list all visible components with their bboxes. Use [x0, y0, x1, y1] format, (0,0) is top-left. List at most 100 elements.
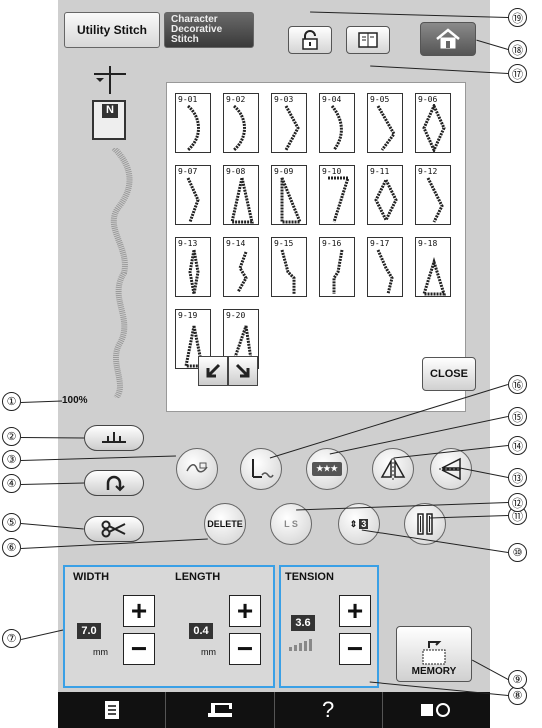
stitch-pattern-icon [232, 104, 246, 152]
tension-label: TENSION [285, 571, 334, 583]
memory-button[interactable]: MEMORY [396, 626, 472, 682]
width-plus-button[interactable]: + [123, 595, 155, 627]
callout-number: ⑱ [508, 40, 527, 59]
camera-view-button[interactable] [383, 692, 490, 728]
stitch-number: 9-14 [226, 239, 246, 248]
close-button[interactable]: CLOSE [422, 357, 476, 391]
pattern-repeat-button[interactable]: ★★★ [306, 448, 348, 490]
memory-label: MEMORY [411, 666, 457, 677]
callout-number: ⑲ [508, 8, 527, 27]
manual-button[interactable] [346, 26, 390, 54]
thread-cutter-button[interactable] [84, 516, 144, 542]
callout-number: ③ [2, 450, 21, 469]
stitch-number: 9-15 [274, 239, 294, 248]
stitch-number: 9-13 [178, 239, 198, 248]
ls-label: L S [284, 519, 298, 529]
lock-icon [302, 30, 318, 50]
callout-number: ⑯ [508, 375, 527, 394]
stitch-preview-area: N [64, 60, 160, 415]
stitch-number: 9-08 [226, 167, 246, 176]
stitch-pattern-icon [332, 249, 344, 294]
needle-icon [94, 66, 126, 94]
close-label: CLOSE [430, 368, 468, 380]
pattern-repeat-icon: ★★★ [312, 462, 342, 476]
callout-number: ① [2, 392, 21, 411]
stitch-cell[interactable]: 9-16 [319, 237, 355, 297]
horizontal-mirror-icon [439, 457, 463, 481]
width-value: 7.0 [77, 623, 101, 639]
tab-utility-label: Utility Stitch [76, 23, 147, 37]
width-minus-button[interactable]: − [123, 633, 155, 665]
width-unit: mm [93, 647, 108, 657]
doc-icon [104, 701, 119, 719]
width-length-group: WIDTH LENGTH + − 7.0 mm + − 0.4 mm [63, 565, 275, 688]
callout-number: ④ [2, 474, 21, 493]
stitch-cell[interactable]: 9-17 [367, 237, 403, 297]
presser-foot-letter: N [102, 104, 118, 118]
length-minus-button[interactable]: − [229, 633, 261, 665]
stitch-pattern-icon [280, 249, 296, 294]
needle-position-icon [102, 432, 126, 443]
stitch-cell[interactable]: 9-01 [175, 93, 211, 153]
stitch-cell[interactable]: 9-07 [175, 165, 211, 225]
stitch-cell[interactable]: 9-06 [415, 93, 451, 153]
stitch-cell[interactable]: 9-15 [271, 237, 307, 297]
stitch-cell[interactable]: 9-13 [175, 237, 211, 297]
scroll-right-button[interactable] [228, 356, 258, 386]
scroll-left-button[interactable] [198, 356, 228, 386]
stitch-pattern-icon [186, 177, 200, 223]
stitch-number: 9-06 [418, 95, 438, 104]
stitch-combination-button[interactable] [240, 448, 282, 490]
stitch-pattern-icon [422, 104, 446, 152]
needle-position-button[interactable] [84, 425, 144, 451]
density-label: 3 [359, 519, 369, 529]
reverse-button[interactable] [84, 470, 144, 496]
stitch-pattern-icon [186, 104, 200, 152]
stitch-cell[interactable]: 9-12 [415, 165, 451, 225]
callout-number: ⑦ [2, 629, 21, 648]
callout-line [21, 629, 64, 640]
stitch-pattern-icon [328, 176, 351, 223]
length-plus-button[interactable]: + [229, 595, 261, 627]
help-label: ? [322, 697, 335, 722]
stitch-cell[interactable]: 9-09 [271, 165, 307, 225]
callout-line [21, 400, 63, 403]
stitch-cell[interactable]: 9-08 [223, 165, 259, 225]
stitch-cell[interactable]: 9-11 [367, 165, 403, 225]
stitch-number: 9-16 [322, 239, 342, 248]
stitch-number: 9-01 [178, 95, 198, 104]
tab-utility-stitch[interactable]: Utility Stitch [64, 12, 160, 48]
tension-minus-button[interactable]: − [339, 633, 371, 665]
home-button[interactable] [420, 22, 476, 56]
length-label: LENGTH [175, 571, 221, 583]
bottom-bar: ? [58, 692, 490, 728]
vertical-mirror-button[interactable] [372, 448, 414, 490]
callout-number: ⑰ [508, 64, 527, 83]
stitch-cell[interactable]: 9-10 [319, 165, 355, 225]
stitch-cell[interactable]: 9-02 [223, 93, 259, 153]
callout-number: ⑩ [508, 543, 527, 562]
callout-number: ⑮ [508, 407, 527, 426]
stitch-cell[interactable]: 9-03 [271, 93, 307, 153]
help-button[interactable]: ? [275, 692, 383, 728]
stitch-cell[interactable]: 9-05 [367, 93, 403, 153]
density-button[interactable]: ⇕ 3 [338, 503, 380, 545]
stitch-pattern-icon [230, 177, 254, 224]
tension-plus-button[interactable]: + [339, 595, 371, 627]
lock-button[interactable] [288, 26, 332, 54]
delete-button[interactable]: DELETE [204, 503, 246, 545]
stitch-pattern-icon [374, 176, 398, 224]
settings-button[interactable] [58, 692, 167, 728]
stitch-number: 9-17 [370, 239, 390, 248]
tab-character-decorative[interactable]: Character Decorative Stitch [164, 12, 254, 48]
stitch-number: 9-20 [226, 311, 246, 320]
stitch-cell[interactable]: 9-18 [415, 237, 451, 297]
machine-help-button[interactable] [166, 692, 275, 728]
callout-line [20, 436, 84, 438]
stitch-pattern-icon [330, 105, 343, 151]
needle-mode-button[interactable] [176, 448, 218, 490]
stitch-cell[interactable]: 9-14 [223, 237, 259, 297]
callout-number: ⑨ [508, 670, 527, 689]
stitch-number: 9-02 [226, 95, 246, 104]
stitch-cell[interactable]: 9-04 [319, 93, 355, 153]
